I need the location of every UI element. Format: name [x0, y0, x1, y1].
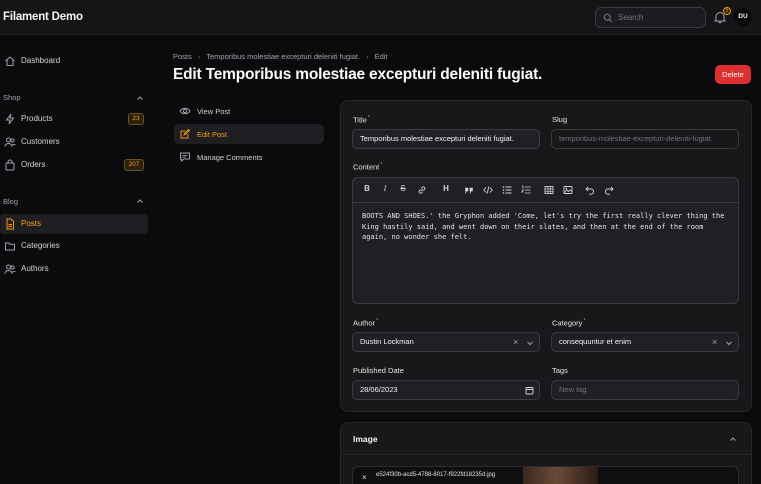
italic-button[interactable]: I	[379, 184, 391, 193]
category-label: Category*	[552, 318, 586, 328]
eye-icon	[179, 107, 191, 115]
author-label: Author*	[353, 318, 379, 328]
products-count-badge: 23	[128, 113, 144, 125]
sidebar-item-dashboard[interactable]: Dashboard	[0, 51, 148, 71]
breadcrumb-record[interactable]: Temporibus molestiae excepturi deleniti …	[206, 52, 360, 61]
brand-logo[interactable]: Filament Demo	[3, 11, 83, 23]
tags-label: Tags	[552, 366, 568, 375]
subnav-view-post[interactable]: View Post	[174, 101, 324, 121]
sidebar-item-label: Customers	[21, 137, 60, 146]
sidebar-item-label: Posts	[21, 219, 42, 228]
clear-icon[interactable]: ×	[513, 333, 518, 351]
sidebar-item-posts[interactable]: Posts	[0, 214, 148, 234]
pencil-square-icon	[180, 128, 191, 139]
code-icon[interactable]	[482, 185, 494, 195]
chevron-up-icon[interactable]	[136, 197, 144, 205]
sidebar-item-label: Products	[21, 114, 53, 123]
sidebar-item-categories[interactable]: Categories	[0, 236, 148, 256]
image-icon[interactable]	[562, 185, 574, 195]
sidebar-item-authors[interactable]: Authors	[0, 259, 148, 279]
chevron-down-icon[interactable]	[725, 339, 733, 347]
global-search[interactable]: Search	[595, 7, 706, 28]
breadcrumb: Posts › Temporibus molestiae excepturi del…	[173, 52, 388, 61]
top-bar: Filament Demo Search 5 DU	[0, 0, 761, 35]
tags-input[interactable]: New tag	[551, 380, 739, 400]
user-group-icon	[4, 264, 16, 274]
chevron-up-icon[interactable]	[136, 94, 144, 102]
breadcrumb-posts[interactable]: Posts	[173, 52, 192, 61]
bullet-list-icon[interactable]	[501, 185, 513, 195]
table-icon[interactable]	[543, 185, 555, 195]
sidebar-item-label: Dashboard	[21, 56, 61, 65]
chat-bubble-icon	[180, 152, 190, 163]
sidebar-item-label: Categories	[21, 241, 60, 250]
sidebar-item-customers[interactable]: Customers	[0, 132, 148, 152]
file-upload-preview[interactable]: × e524f30b-acd5-4788-8017-f922fd18235d.j…	[352, 466, 739, 484]
category-select[interactable]: consequuntur et enim ×	[551, 332, 739, 352]
author-select[interactable]: Dustin Lockman ×	[352, 332, 540, 352]
slug-input[interactable]: temporibus-molestiae-excepturi-deleniti-…	[551, 129, 739, 149]
slug-label: Slug	[552, 115, 568, 124]
ordered-list-icon[interactable]	[520, 185, 532, 195]
subnav-label: Manage Comments	[197, 153, 263, 162]
chevron-right-icon: ›	[197, 52, 201, 61]
shopping-bag-icon	[5, 159, 15, 171]
search-icon	[603, 13, 613, 23]
calendar-icon[interactable]	[525, 386, 534, 395]
chevron-up-icon[interactable]	[729, 435, 737, 443]
title-input[interactable]: Temporibus molestiae excepturi deleniti …	[352, 129, 540, 149]
heading-button[interactable]: H	[440, 184, 452, 193]
sidebar-item-label: Orders	[21, 160, 46, 169]
file-name: e524f30b-acd5-4788-8017-f922fd18235d.jpg	[376, 472, 496, 478]
sidebar-group-shop[interactable]: Shop	[3, 93, 21, 102]
category-selected-value: consequuntur et enim	[559, 337, 632, 346]
subnav-manage-comments[interactable]: Manage Comments	[174, 147, 324, 167]
title-label: Title*	[353, 115, 370, 125]
bolt-icon	[5, 113, 15, 125]
search-input[interactable]: Search	[618, 13, 643, 22]
page-title: Edit Temporibus molestiae excepturi dele…	[173, 66, 543, 83]
delete-button[interactable]: Delete	[715, 65, 751, 84]
link-icon[interactable]	[416, 185, 428, 195]
content-label: Content*	[353, 162, 383, 172]
chevron-down-icon[interactable]	[526, 339, 534, 347]
redo-icon[interactable]	[603, 185, 615, 195]
section-divider	[340, 454, 752, 455]
notification-badge: 5	[723, 7, 731, 15]
editor-toolbar: B I S H	[353, 178, 738, 203]
sidebar: Dashboard Shop Products 23 Customers Ord…	[0, 36, 152, 484]
author-selected-value: Dustin Lockman	[360, 337, 414, 346]
subnav-label: Edit Post	[197, 130, 228, 139]
users-icon	[4, 137, 16, 147]
folder-icon	[5, 242, 15, 251]
remove-file-icon[interactable]: ×	[362, 473, 367, 482]
strike-button[interactable]: S	[397, 184, 409, 193]
image-thumbnail	[523, 467, 598, 484]
chevron-right-icon: ›	[366, 52, 369, 61]
breadcrumb-current: Edit	[374, 52, 388, 61]
bold-button[interactable]: B	[361, 184, 373, 193]
rich-text-editor[interactable]: B I S H BOOTS AND SHOES.' the Gryphon ad…	[352, 177, 739, 304]
sidebar-item-orders[interactable]: Orders 207	[0, 155, 148, 175]
published-date-label: Published Date	[353, 366, 404, 375]
user-avatar[interactable]: DU	[734, 8, 752, 26]
home-icon	[5, 56, 15, 66]
blockquote-icon[interactable]	[463, 186, 475, 195]
sidebar-item-products[interactable]: Products 23	[0, 109, 148, 129]
subnav-label: View Post	[197, 107, 231, 116]
published-date-value: 28/06/2023	[360, 385, 398, 394]
subnav-edit-post[interactable]: Edit Post	[174, 124, 324, 144]
editor-content[interactable]: BOOTS AND SHOES.' the Gryphon added 'Com…	[362, 211, 732, 243]
sidebar-item-label: Authors	[21, 264, 49, 273]
document-icon	[6, 218, 14, 230]
image-section-title[interactable]: Image	[353, 434, 378, 444]
undo-icon[interactable]	[584, 185, 596, 195]
clear-icon[interactable]: ×	[712, 333, 717, 351]
published-date-input[interactable]: 28/06/2023	[352, 380, 540, 400]
sidebar-group-blog[interactable]: Blog	[3, 197, 18, 206]
orders-count-badge: 207	[124, 159, 144, 171]
